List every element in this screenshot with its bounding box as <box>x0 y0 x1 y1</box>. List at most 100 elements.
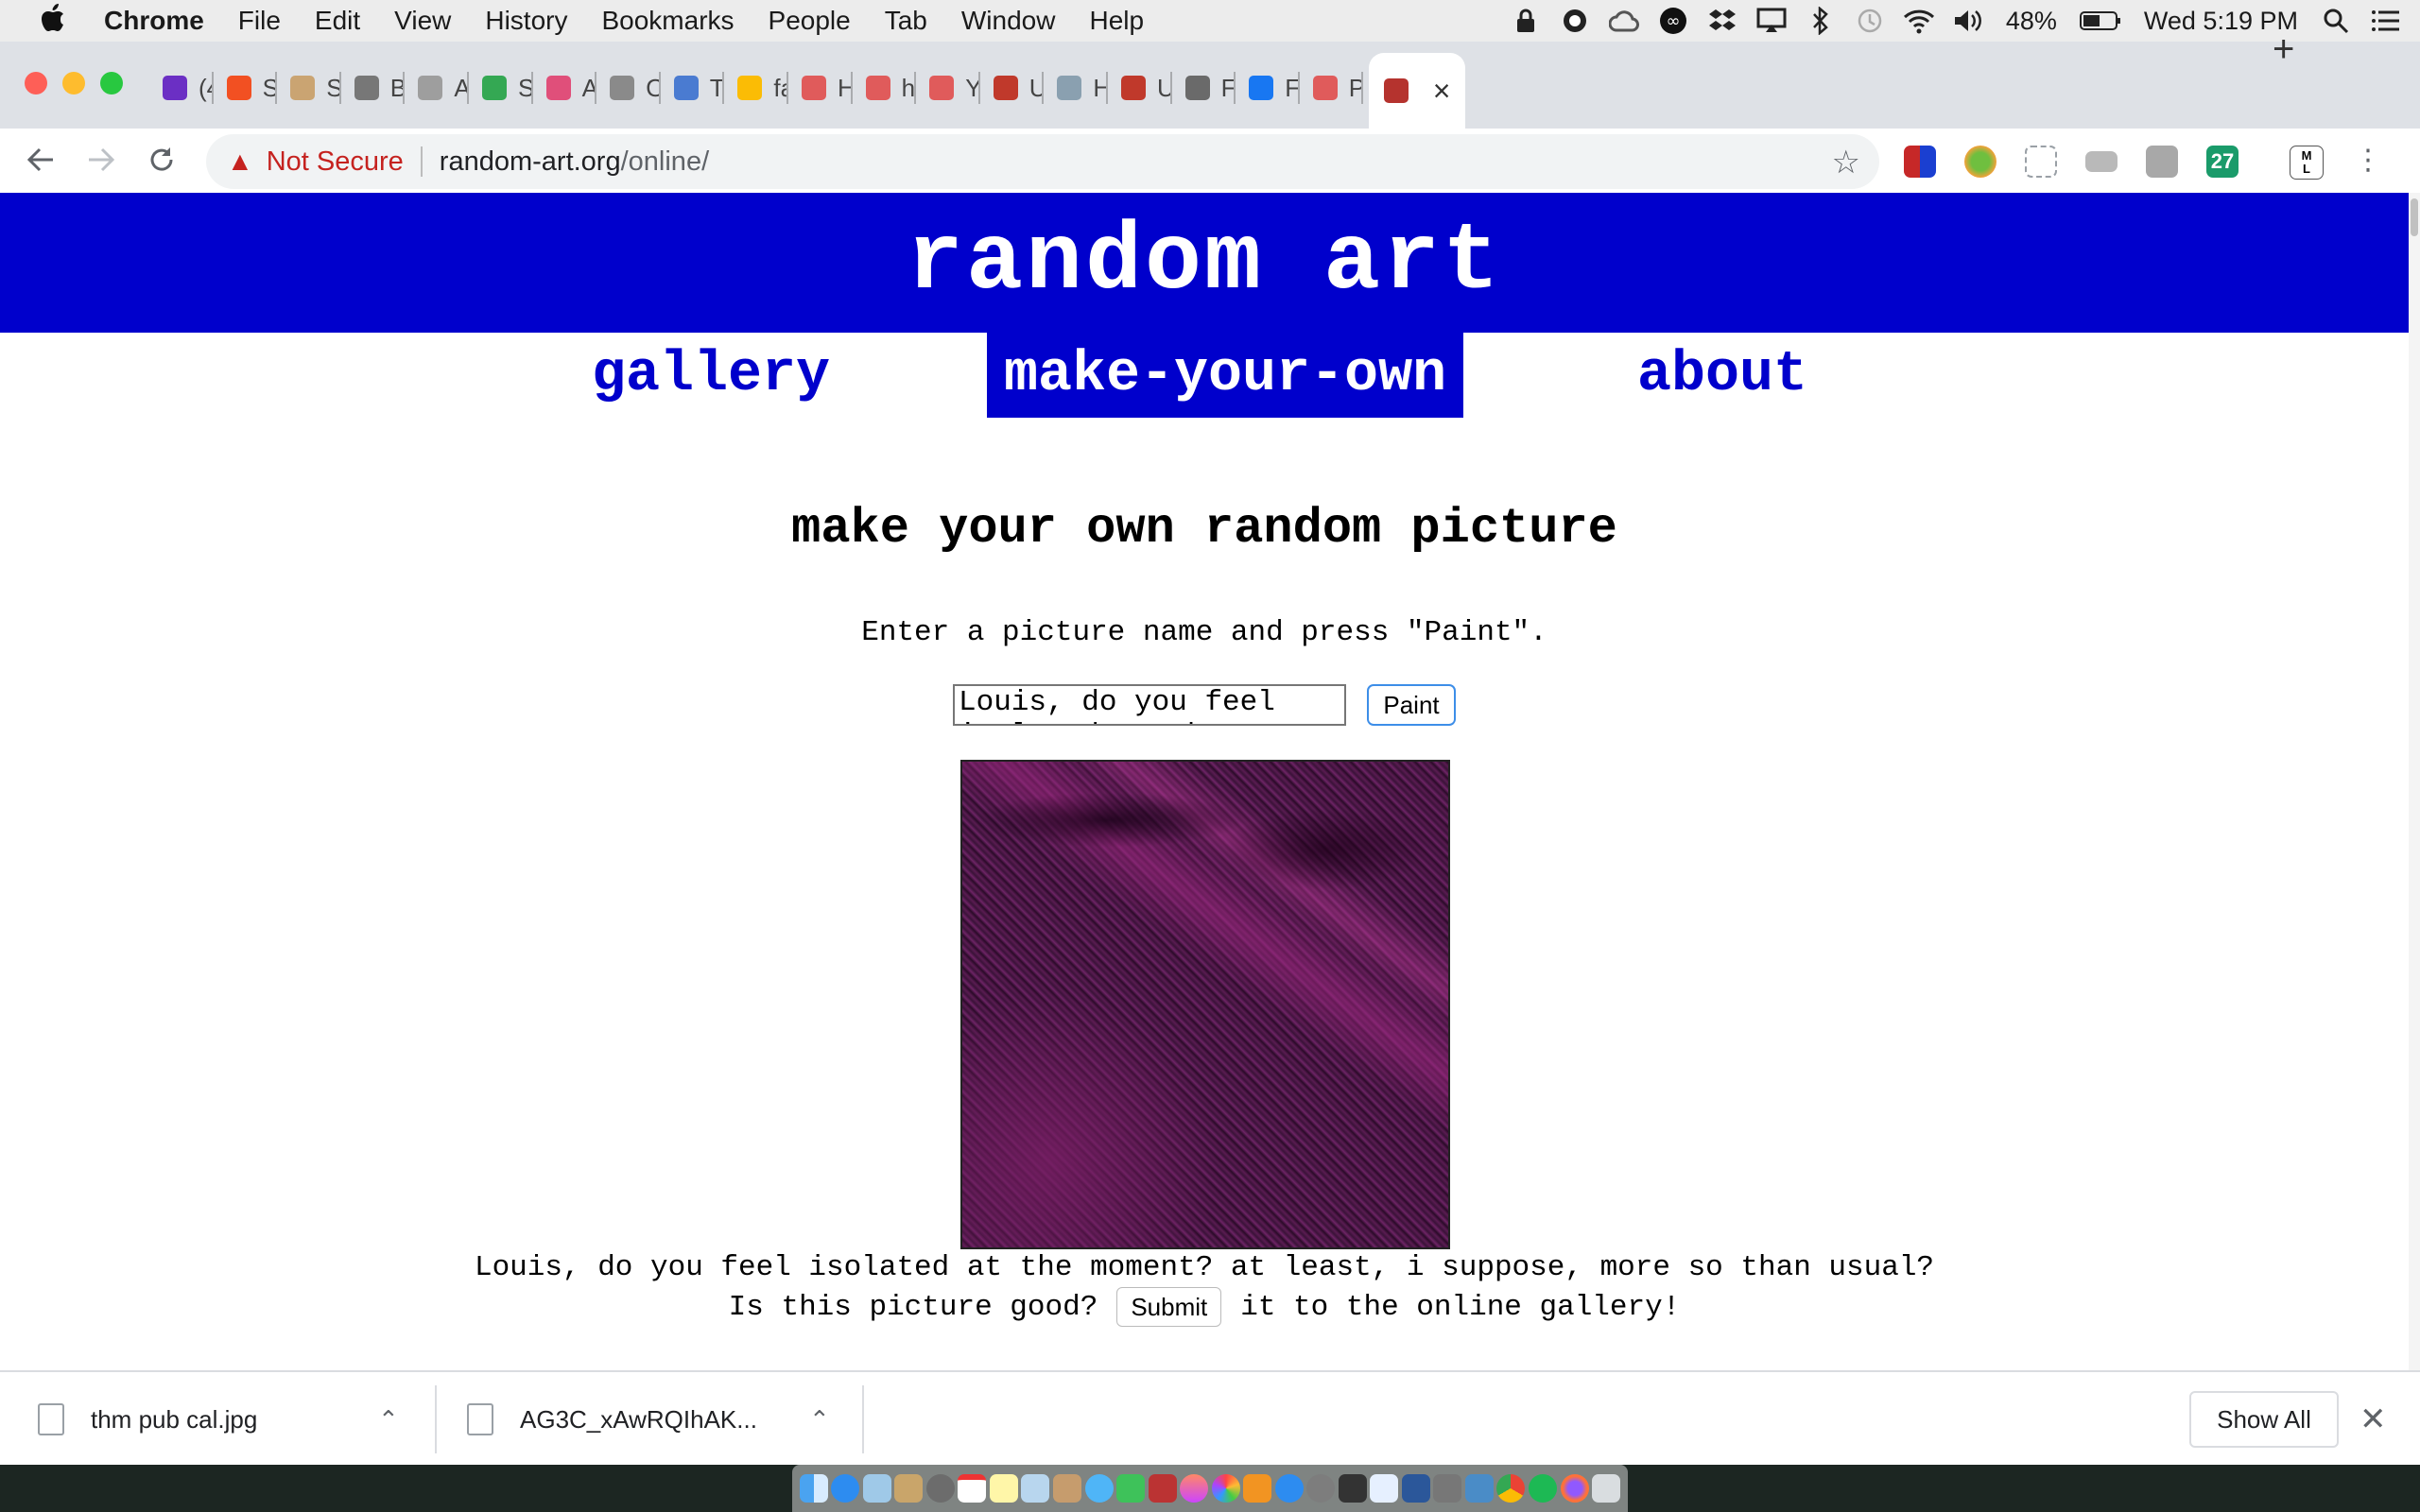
app-store-icon[interactable] <box>1274 1474 1304 1503</box>
extension-mse-live-icon[interactable]: ML <box>2290 146 2324 180</box>
browser-tab[interactable]: Ho <box>790 59 853 117</box>
menu-bookmarks[interactable]: Bookmarks <box>584 6 751 36</box>
menu-edit[interactable]: Edit <box>298 6 377 36</box>
download-filename[interactable]: thm pub cal.jpg <box>91 1405 257 1435</box>
browser-tab[interactable]: ST <box>471 59 533 117</box>
address-bar[interactable]: ▲ Not Secure random-art.org /online/ ☆ <box>206 134 1879 189</box>
final-cut-icon[interactable] <box>1338 1474 1367 1503</box>
back-button[interactable] <box>17 136 64 183</box>
browser-tab[interactable]: Stu <box>279 59 341 117</box>
photo-app-icon[interactable] <box>1464 1474 1494 1503</box>
nav-make-your-own-link[interactable]: make-your-own <box>987 333 1464 418</box>
battery-icon[interactable] <box>2079 5 2122 37</box>
browser-tab[interactable]: PO <box>1302 59 1364 117</box>
browser-tab[interactable]: Op <box>598 59 661 117</box>
picture-name-input[interactable]: Louis, do you feel isolated at the momen… <box>953 684 1346 726</box>
nav-gallery-link[interactable]: gallery <box>592 333 830 418</box>
window-zoom-button[interactable] <box>100 72 123 94</box>
download-item[interactable]: thm pub cal.jpg ⌃ <box>38 1372 406 1467</box>
menu-history[interactable]: History <box>468 6 584 36</box>
notes-icon[interactable] <box>989 1474 1018 1503</box>
creative-cloud-icon[interactable] <box>1608 5 1640 37</box>
browser-tab[interactable]: An <box>406 59 469 117</box>
url-path[interactable]: /online/ <box>621 146 710 178</box>
menu-tab[interactable]: Tab <box>868 6 944 36</box>
preview-photo-icon[interactable] <box>1021 1474 1050 1503</box>
time-machine-icon[interactable] <box>1854 5 1886 37</box>
trash-icon[interactable] <box>1592 1474 1621 1503</box>
contacts-icon[interactable] <box>1053 1474 1082 1503</box>
browser-tab[interactable]: Yo <box>918 59 980 117</box>
photos-icon[interactable] <box>1211 1474 1240 1503</box>
spotify-icon[interactable] <box>1528 1474 1557 1503</box>
preview-icon[interactable] <box>862 1474 891 1503</box>
launchpad-icon[interactable] <box>925 1474 955 1503</box>
extension-27-icon[interactable]: 27 <box>2206 146 2238 178</box>
apple-menu-icon[interactable] <box>34 3 72 39</box>
messages-icon[interactable] <box>1084 1474 1114 1503</box>
dropbox-icon[interactable] <box>1706 5 1738 37</box>
chrome-icon[interactable] <box>1496 1474 1526 1503</box>
menu-view[interactable]: View <box>377 6 468 36</box>
page-scrollbar[interactable] <box>2409 193 2420 1370</box>
browser-tab[interactable]: Un <box>1110 59 1172 117</box>
window-minimize-button[interactable] <box>62 72 85 94</box>
active-browser-tab[interactable]: × <box>1369 53 1466 129</box>
nav-about-link[interactable]: about <box>1637 333 1807 418</box>
browser-tab[interactable]: Ab <box>535 59 597 117</box>
browser-tab[interactable]: Th <box>663 59 725 117</box>
vpn-lock-icon[interactable] <box>1510 5 1542 37</box>
system-preferences-icon[interactable] <box>1306 1474 1336 1503</box>
window-close-button[interactable] <box>25 72 47 94</box>
browser-tab[interactable]: Fa <box>1237 59 1300 117</box>
close-tab-icon[interactable]: × <box>1433 74 1451 109</box>
menu-people[interactable]: People <box>752 6 868 36</box>
chevron-up-icon[interactable]: ⌃ <box>809 1405 830 1435</box>
bookmark-star-icon[interactable]: ☆ <box>1832 144 1860 181</box>
browser-tab[interactable]: Bjo <box>343 59 406 117</box>
browser-tab[interactable]: far <box>726 59 788 117</box>
site-title[interactable]: random art <box>907 210 1502 317</box>
close-download-shelf-icon[interactable]: ✕ <box>2360 1400 2387 1438</box>
chevron-up-icon[interactable]: ⌃ <box>378 1405 399 1435</box>
menu-help[interactable]: Help <box>1072 6 1161 36</box>
extension-dashed-icon[interactable] <box>2025 146 2057 178</box>
show-all-downloads-button[interactable]: Show All <box>2189 1391 2339 1448</box>
paint-button[interactable]: Paint <box>1367 684 1456 726</box>
finder-icon[interactable] <box>799 1474 828 1503</box>
submit-button[interactable]: Submit <box>1116 1287 1222 1327</box>
volume-icon[interactable] <box>1952 5 1984 37</box>
extension-camera-icon[interactable] <box>2085 151 2118 172</box>
safari-icon[interactable] <box>831 1474 860 1503</box>
firefox-icon[interactable] <box>1560 1474 1589 1503</box>
textedit-icon[interactable] <box>1370 1474 1399 1503</box>
new-tab-button[interactable]: + <box>2273 28 2294 71</box>
books-icon[interactable] <box>1243 1474 1272 1503</box>
wifi-icon[interactable] <box>1903 5 1935 37</box>
forward-button[interactable] <box>78 136 125 183</box>
chrome-menu-icon[interactable]: ⋮ <box>2344 136 2392 183</box>
browser-tab[interactable]: Sig <box>216 59 278 117</box>
record-app-icon[interactable] <box>1559 5 1591 37</box>
page-scrollbar-thumb[interactable] <box>2411 198 2418 236</box>
reload-button[interactable] <box>138 136 185 183</box>
not-secure-label[interactable]: Not Secure <box>267 146 404 178</box>
script-editor-icon[interactable] <box>1433 1474 1462 1503</box>
calendar-icon[interactable] <box>958 1474 987 1503</box>
menu-app-name[interactable]: Chrome <box>72 6 221 36</box>
extension-red-blue-icon[interactable] <box>1904 146 1936 178</box>
browser-tab[interactable]: Ho <box>1046 59 1108 117</box>
spotlight-search-icon[interactable] <box>2320 5 2352 37</box>
bluetooth-icon[interactable] <box>1805 5 1837 37</box>
download-filename[interactable]: AG3C_xAwRQIhAK... <box>520 1405 757 1435</box>
browser-tab[interactable]: Un <box>982 59 1045 117</box>
word-icon[interactable] <box>1401 1474 1430 1503</box>
extension-briefcase-icon[interactable] <box>2146 146 2178 178</box>
photo-booth-icon[interactable] <box>1148 1474 1177 1503</box>
url-host[interactable]: random-art.org <box>440 146 621 178</box>
airplay-icon[interactable] <box>1755 5 1788 37</box>
warning-triangle-icon[interactable]: ▲ <box>227 146 253 177</box>
facetime-icon[interactable] <box>1116 1474 1146 1503</box>
browser-tab[interactable]: ho <box>855 59 917 117</box>
extension-globe-icon[interactable] <box>1964 146 1996 178</box>
